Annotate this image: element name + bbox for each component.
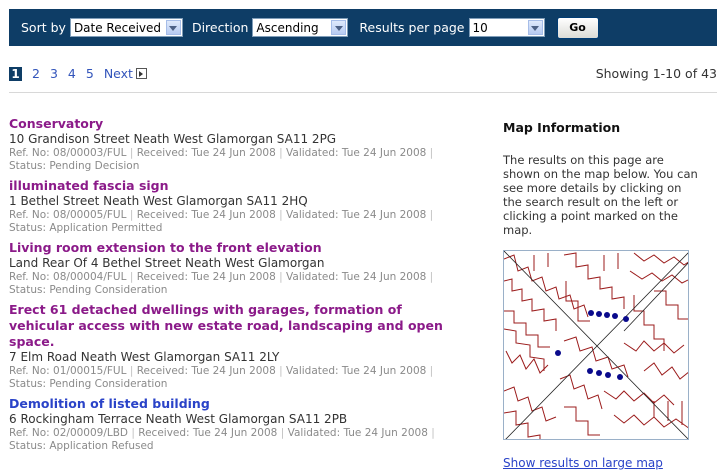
result-meta: Ref. No: 08/00003/FUL | Received: Tue 24… xyxy=(9,147,434,172)
map-point-icon xyxy=(605,372,611,378)
result-address: Land Rear Of 4 Bethel Street Neath West … xyxy=(9,256,325,270)
results-list: Conservatory 10 Grandison Street Neath W… xyxy=(9,116,449,458)
map-point-icon xyxy=(588,310,594,316)
result-item: Conservatory 10 Grandison Street Neath W… xyxy=(9,116,449,173)
map-point-icon xyxy=(604,312,610,318)
current-page: 1 xyxy=(9,66,22,81)
chevron-down-icon[interactable] xyxy=(165,20,181,35)
result-status: Status: Application Permitted xyxy=(9,222,163,234)
results-map[interactable] xyxy=(503,250,689,440)
direction-value: Ascending xyxy=(256,20,319,35)
page-link[interactable]: 4 xyxy=(68,66,76,81)
result-status: Status: Pending Consideration xyxy=(9,378,168,390)
large-map-link[interactable]: Show results on large map xyxy=(503,456,663,470)
results-per-page-value: 10 xyxy=(472,20,488,35)
page-link[interactable]: 5 xyxy=(86,66,94,81)
result-validated: Validated: Tue 24 Jun 2008 xyxy=(286,147,427,159)
result-item: Demolition of listed building 6 Rockingh… xyxy=(9,396,449,453)
result-validated: Validated: Tue 24 Jun 2008 xyxy=(286,365,427,377)
results-count: Showing 1-10 of 43 xyxy=(595,66,717,81)
result-title-link[interactable]: illuminated fascia sign xyxy=(9,178,449,194)
page-link[interactable]: 2 xyxy=(32,66,40,81)
map-point-icon xyxy=(587,368,593,374)
result-ref: Ref. No: 02/00009/LBD xyxy=(9,427,129,439)
map-point-icon xyxy=(623,316,629,322)
go-button[interactable]: Go xyxy=(556,16,599,39)
result-status: Status: Application Refused xyxy=(9,440,154,452)
sort-by-value: Date Received xyxy=(73,20,162,35)
next-label: Next xyxy=(103,66,133,81)
result-item: illuminated fascia sign 1 Bethel Street … xyxy=(9,178,449,235)
result-received: Received: Tue 24 Jun 2008 xyxy=(136,271,276,283)
map-info-panel: Map Information The results on this page… xyxy=(503,120,703,237)
result-address: 10 Grandison Street Neath West Glamorgan… xyxy=(9,132,337,146)
map-point-icon xyxy=(612,313,618,319)
result-status: Status: Pending Consideration xyxy=(9,284,168,296)
chevron-down-icon[interactable] xyxy=(331,20,347,35)
result-title-link[interactable]: Erect 61 detached dwellings with garages… xyxy=(9,302,449,350)
result-validated: Validated: Tue 24 Jun 2008 xyxy=(286,271,427,283)
page-link[interactable]: 3 xyxy=(50,66,58,81)
result-item: Living room extension to the front eleva… xyxy=(9,240,449,297)
result-meta: Ref. No: 08/00005/FUL | Received: Tue 24… xyxy=(9,209,434,234)
result-received: Received: Tue 24 Jun 2008 xyxy=(138,427,278,439)
map-point-icon xyxy=(555,350,561,356)
result-address: 7 Elm Road Neath West Glamorgan SA11 2LY xyxy=(9,350,280,364)
result-received: Received: Tue 24 Jun 2008 xyxy=(136,209,276,221)
map-info-heading: Map Information xyxy=(503,120,621,135)
map-point-icon xyxy=(596,370,602,376)
pagination: 1 2 3 4 5 Next xyxy=(9,66,147,81)
map-graphic xyxy=(504,251,688,439)
result-meta: Ref. No: 08/00004/FUL | Received: Tue 24… xyxy=(9,271,434,296)
result-status: Status: Pending Decision xyxy=(9,160,140,172)
map-point-icon xyxy=(617,374,623,380)
result-meta: Ref. No: 01/00015/FUL | Received: Tue 24… xyxy=(9,365,434,390)
results-per-page-label: Results per page xyxy=(359,20,465,35)
sort-by-label: Sort by xyxy=(21,20,66,35)
result-title-link[interactable]: Living room extension to the front eleva… xyxy=(9,240,449,256)
result-ref: Ref. No: 08/00003/FUL xyxy=(9,147,127,159)
direction-select[interactable]: Ascending xyxy=(252,18,349,37)
divider xyxy=(9,92,717,93)
sort-by-select[interactable]: Date Received xyxy=(69,18,183,37)
next-arrow-icon xyxy=(135,68,147,79)
chevron-down-icon[interactable] xyxy=(527,20,543,35)
result-ref: Ref. No: 08/00004/FUL xyxy=(9,271,127,283)
direction-label: Direction xyxy=(191,20,249,35)
result-received: Received: Tue 24 Jun 2008 xyxy=(136,365,276,377)
result-meta: Ref. No: 02/00009/LBD | Received: Tue 24… xyxy=(9,427,435,452)
result-ref: Ref. No: 01/00015/FUL xyxy=(9,365,127,377)
result-ref: Ref. No: 08/00005/FUL xyxy=(9,209,127,221)
result-validated: Validated: Tue 24 Jun 2008 xyxy=(287,427,428,439)
result-title-link[interactable]: Conservatory xyxy=(9,116,449,132)
results-per-page-select[interactable]: 10 xyxy=(468,18,545,37)
result-address: 6 Rockingham Terrace Neath West Glamorga… xyxy=(9,412,348,426)
result-validated: Validated: Tue 24 Jun 2008 xyxy=(286,209,427,221)
result-title-link[interactable]: Demolition of listed building xyxy=(9,396,449,412)
result-item: Erect 61 detached dwellings with garages… xyxy=(9,302,449,391)
sort-bar: Sort by Date Received Direction Ascendin… xyxy=(0,0,717,52)
result-received: Received: Tue 24 Jun 2008 xyxy=(136,147,276,159)
result-address: 1 Bethel Street Neath West Glamorgan SA1… xyxy=(9,194,308,208)
next-link[interactable]: Next xyxy=(104,66,147,81)
sort-bar-panel: Sort by Date Received Direction Ascendin… xyxy=(9,9,717,46)
map-point-icon xyxy=(596,311,602,317)
map-info-description: The results on this page are shown on th… xyxy=(503,153,698,237)
